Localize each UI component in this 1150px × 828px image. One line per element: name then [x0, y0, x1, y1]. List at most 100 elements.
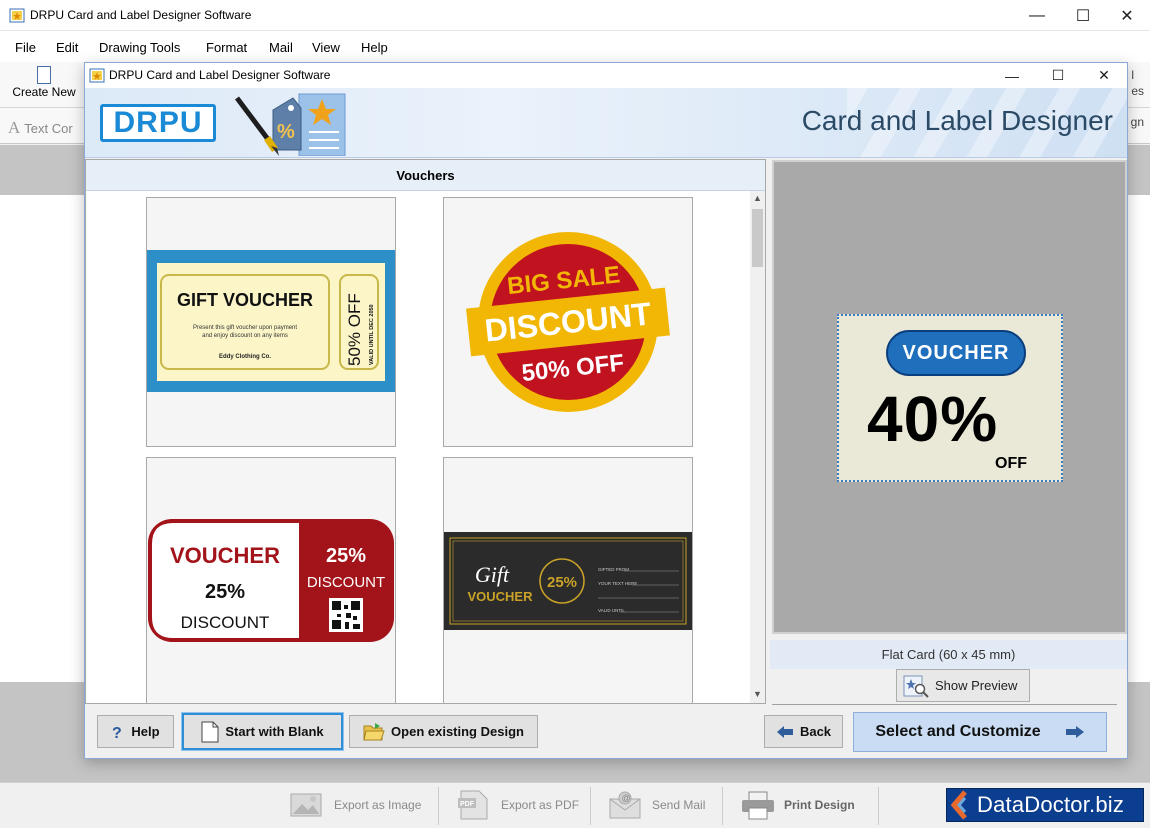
menu-drawing-tools[interactable]: Drawing Tools: [99, 40, 180, 55]
scroll-down-arrow-icon[interactable]: ▼: [752, 689, 763, 699]
close-button[interactable]: ✕: [1104, 0, 1150, 31]
dialog-titlebar: DRPU Card and Label Designer Software — …: [85, 63, 1127, 88]
new-document-icon: [37, 66, 51, 84]
dark-voucher: VOUCHER: [467, 589, 533, 604]
gift-voucher-thumbnail: GIFT VOUCHER Present this gift voucher u…: [147, 250, 395, 392]
divider: [878, 787, 879, 825]
template-tile-gift-voucher[interactable]: GIFT VOUCHER Present this gift voucher u…: [146, 197, 396, 447]
template-grid: GIFT VOUCHER Present this gift voucher u…: [86, 191, 750, 703]
divider: [722, 787, 723, 825]
back-button[interactable]: Back: [764, 715, 843, 748]
show-preview-label: Show Preview: [935, 678, 1018, 693]
send-mail-button[interactable]: @ Send Mail: [608, 783, 705, 827]
window-title: DRPU Card and Label Designer Software: [30, 8, 252, 22]
menu-bar: File Edit Drawing Tools Format Mail View…: [0, 31, 1150, 62]
voucher-25-left-title: VOUCHER: [170, 543, 280, 568]
dark-line2: YOUR TEXT HERE: [598, 581, 637, 586]
svg-text:%: %: [277, 121, 295, 143]
print-design-button[interactable]: Print Design: [740, 783, 855, 827]
qr-code-icon: [329, 598, 363, 632]
card-size-label: Flat Card (60 x 45 mm): [770, 640, 1127, 669]
maximize-button[interactable]: ☐: [1060, 0, 1106, 31]
dialog-maximize-button[interactable]: ☐: [1035, 63, 1081, 88]
select-and-customize-button[interactable]: Select and Customize: [853, 712, 1107, 752]
dialog-minimize-button[interactable]: —: [989, 63, 1035, 88]
dialog-close-button[interactable]: ✕: [1081, 63, 1127, 88]
template-gallery: Vouchers GIFT VOUCHER Present this gift …: [85, 159, 766, 704]
divider: [590, 787, 591, 825]
voucher-25-left-word: DISCOUNT: [181, 613, 270, 632]
export-image-label: Export as Image: [334, 798, 422, 812]
svg-text:PDF: PDF: [460, 801, 475, 808]
menu-mail[interactable]: Mail: [269, 40, 293, 55]
open-existing-design-button[interactable]: Open existing Design: [349, 715, 538, 748]
help-label: Help: [131, 724, 160, 739]
preview-card: VOUCHER 40% OFF: [837, 314, 1063, 482]
gift-voucher-title: GIFT VOUCHER: [177, 290, 313, 310]
template-scrollbar[interactable]: ▲ ▼: [750, 191, 765, 703]
back-arrow-icon: [776, 725, 793, 738]
brand-text: DataDoctor.biz: [977, 792, 1125, 817]
datadoctor-brand-logo: DataDoctor.biz: [946, 788, 1144, 822]
section-title: Vouchers: [86, 160, 765, 191]
scroll-thumb[interactable]: [752, 209, 763, 267]
preview-off: OFF: [995, 455, 1027, 472]
gift-voucher-body2: and enjoy discount on any items: [202, 333, 288, 339]
preview-magnifier-icon: [903, 675, 929, 698]
gift-voucher-dark-thumbnail: Gift VOUCHER 25% GIFTED FROM YOUR TEXT H…: [444, 532, 692, 630]
text-icon: A: [8, 118, 21, 137]
dark-pct: 25%: [547, 574, 577, 591]
voucher-25-right-pct: 25%: [326, 545, 366, 567]
main-titlebar: DRPU Card and Label Designer Software — …: [0, 0, 1150, 31]
preview-panel: VOUCHER 40% OFF: [772, 160, 1127, 634]
template-dialog: DRPU Card and Label Designer Software — …: [84, 62, 1128, 759]
gift-voucher-company: Eddy Clothing Co.: [219, 354, 271, 360]
brand-mark-icon: [951, 790, 967, 820]
template-tile-gift-voucher-dark[interactable]: Gift VOUCHER 25% GIFTED FROM YOUR TEXT H…: [443, 457, 693, 703]
preview-percentage: 40%: [867, 383, 999, 455]
start-with-blank-button[interactable]: Start with Blank: [181, 712, 344, 751]
forward-arrow-icon: [1065, 726, 1084, 738]
menu-edit[interactable]: Edit: [56, 40, 78, 55]
menu-file[interactable]: File: [15, 40, 36, 55]
print-design-label: Print Design: [784, 798, 855, 812]
back-label: Back: [799, 724, 832, 739]
dark-gift: Gift: [475, 562, 510, 587]
drpu-logo: DRPU: [100, 104, 216, 142]
send-mail-label: Send Mail: [652, 798, 706, 812]
select-customize-label: Select and Customize: [875, 723, 1041, 740]
show-preview-button[interactable]: Show Preview: [896, 669, 1030, 702]
big-sale-thumbnail: DISCOUNT BIG SALE 50% OFF: [466, 232, 670, 412]
export-image-button[interactable]: Export as Image: [290, 783, 421, 827]
toolbar-fragment: gn: [1130, 115, 1144, 129]
template-tile-voucher-25[interactable]: VOUCHER 25% DISCOUNT 25% DISCOUNT: [146, 457, 396, 703]
minimize-button[interactable]: —: [1014, 0, 1060, 31]
text-control-button[interactable]: A Text Cor: [8, 118, 73, 138]
menu-view[interactable]: View: [312, 40, 340, 55]
export-pdf-label: Export as PDF: [501, 798, 580, 812]
open-folder-icon: [363, 722, 385, 740]
create-new-button[interactable]: Create New: [6, 64, 82, 106]
create-new-label: Create New: [12, 85, 76, 99]
label-design-icon: %: [235, 93, 346, 156]
gift-voucher-side-big: 50% OFF: [345, 293, 364, 366]
gift-voucher-body1: Present this gift voucher upon payment: [193, 325, 297, 331]
divider: [772, 704, 1117, 705]
divider: [438, 787, 439, 825]
voucher-25-right-word: DISCOUNT: [307, 574, 385, 591]
svg-text:?: ?: [112, 725, 122, 740]
preview-voucher-pill: VOUCHER: [886, 330, 1026, 376]
dialog-title: DRPU Card and Label Designer Software: [109, 68, 331, 82]
scroll-up-arrow-icon[interactable]: ▲: [752, 193, 763, 203]
pdf-icon: PDF: [458, 790, 488, 820]
menu-help[interactable]: Help: [361, 40, 388, 55]
app-icon: [89, 68, 105, 83]
template-tile-big-sale[interactable]: DISCOUNT BIG SALE 50% OFF: [443, 197, 693, 447]
toolbar-fragment: l: [1131, 68, 1134, 82]
export-pdf-button[interactable]: PDF Export as PDF: [457, 783, 579, 827]
open-existing-label: Open existing Design: [391, 724, 524, 739]
help-button[interactable]: ? Help: [97, 715, 174, 748]
gift-voucher-side-small: VALID UNTIL DEC 2050: [369, 304, 375, 365]
menu-format[interactable]: Format: [206, 40, 247, 55]
voucher-25-thumbnail: VOUCHER 25% DISCOUNT 25% DISCOUNT: [148, 519, 394, 642]
